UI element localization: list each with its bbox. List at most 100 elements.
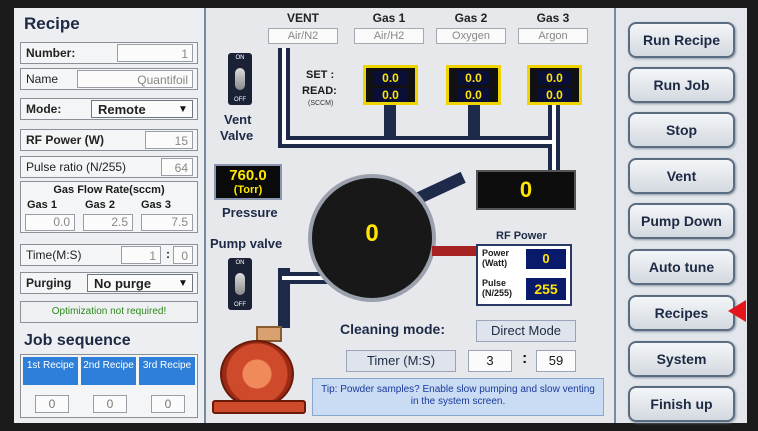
number-field[interactable]: 1 <box>117 44 193 62</box>
gas1-label: Gas 1 <box>27 199 57 211</box>
gas3-field[interactable]: 7.5 <box>141 214 193 231</box>
recipe-title: Recipe <box>24 14 80 33</box>
gas-flow-title: Gas Flow Rate(sccm) <box>53 184 165 196</box>
pulse-ratio-row: Pulse ratio (N/255) 64 <box>20 156 198 178</box>
pump-valve-label: Pump valve <box>210 236 283 251</box>
gas1-set-value[interactable]: 0.0 <box>374 71 407 85</box>
vent-button[interactable]: Vent <box>628 158 735 194</box>
job-value-3[interactable]: 0 <box>151 395 185 413</box>
vent-valve-switch[interactable]: ON OFF <box>228 53 252 105</box>
name-label: Name <box>26 72 59 86</box>
rf-power-panel: Power (Watt) 0 Pulse (N/255) 255 <box>476 244 572 306</box>
vent-switch-on-label: ON <box>235 55 245 61</box>
pulse-ratio-label: Pulse ratio (N/255) <box>26 160 127 174</box>
timer-separator: : <box>522 350 528 367</box>
time-sec-field[interactable]: 0 <box>173 246 193 264</box>
vent-switch-off-label: OFF <box>234 97 246 103</box>
gas-flow-group: Gas Flow Rate(sccm) Gas 1 Gas 2 Gas 3 0.… <box>20 181 198 233</box>
number-label: Number: <box>26 46 76 60</box>
sccm-unit-label: (SCCM) <box>308 100 334 107</box>
run-recipe-button[interactable]: Run Recipe <box>628 22 735 58</box>
timer-label: Timer (M:S) <box>346 350 456 372</box>
screen: Recipe Number: 1 Name Quantifoil Mode: R… <box>14 8 747 423</box>
rf-pulse-label: Pulse (N/255) <box>482 278 513 298</box>
time-separator: : <box>166 247 170 261</box>
gas2-field[interactable]: 2.5 <box>83 214 133 231</box>
gas2-read-value: 0.0 <box>457 88 490 102</box>
job-sequence-table: 1st Recipe 2nd Recipe 3rd Recipe 0 0 0 <box>20 354 198 418</box>
gas3-readout: 0.0 0.0 <box>527 65 582 105</box>
purging-dropdown[interactable]: No purge ▼ <box>87 274 193 292</box>
read-label: READ: <box>302 85 337 97</box>
gas1-read-value: 0.0 <box>374 88 407 102</box>
pressure-readout: 760.0 (Torr) <box>214 164 282 200</box>
pulse-ratio-field[interactable]: 64 <box>161 158 193 176</box>
gas3-label: Gas 3 <box>141 199 171 211</box>
tip-banner: Tip: Powder samples? Enable slow pumping… <box>312 378 604 416</box>
mode-dropdown[interactable]: Remote ▼ <box>91 100 193 118</box>
gas1-field[interactable]: 0.0 <box>25 214 75 231</box>
optimization-note: Optimization not required! <box>20 301 198 323</box>
gas2-set-value[interactable]: 0.0 <box>457 71 490 85</box>
pump-switch-off-label: OFF <box>234 302 246 308</box>
job-header-3: 3rd Recipe <box>139 357 195 385</box>
purging-label: Purging <box>26 276 72 290</box>
chevron-down-icon: ▼ <box>178 104 188 115</box>
gas2-label: Gas 2 <box>85 199 115 211</box>
toggle-knob-icon <box>235 68 245 90</box>
time-min-field[interactable]: 1 <box>121 246 161 264</box>
stop-button[interactable]: Stop <box>628 112 735 148</box>
set-label: SET : <box>306 69 335 81</box>
rf-power-watt-label: Power (Watt) <box>482 248 510 268</box>
system-button[interactable]: System <box>628 341 735 377</box>
pump-switch-on-label: ON <box>235 260 245 266</box>
gas3-read-value: 0.0 <box>538 88 571 102</box>
gas3-set-value[interactable]: 0.0 <box>538 71 571 85</box>
timer-sec: 59 <box>536 350 576 372</box>
purging-value: No purge <box>94 276 152 291</box>
cleaning-mode-value[interactable]: Direct Mode <box>476 320 576 342</box>
recipes-button[interactable]: Recipes <box>628 295 735 331</box>
gas2-readout: 0.0 0.0 <box>446 65 501 105</box>
time-label: Time(M:S) <box>26 248 82 262</box>
mode-value: Remote <box>98 102 146 117</box>
time-row: Time(M:S) 1 : 0 <box>20 244 198 266</box>
auto-tune-button[interactable]: Auto tune <box>628 249 735 285</box>
timer-min: 3 <box>468 350 512 372</box>
job-header-1: 1st Recipe <box>23 357 78 385</box>
mode-label: Mode: <box>26 102 62 116</box>
rf-power-field[interactable]: 15 <box>145 131 193 149</box>
pump-down-button[interactable]: Pump Down <box>628 203 735 239</box>
vent-valve-label-2: Valve <box>220 128 254 143</box>
pressure-gauge-display: 0 <box>476 170 576 210</box>
rf-power-row: RF Power (W) 15 <box>20 129 198 151</box>
job-header-2: 2nd Recipe <box>81 357 136 385</box>
chamber: 0 <box>308 174 436 302</box>
job-sequence-title: Job sequence <box>24 332 131 349</box>
system-diagram: VENT Gas 1 Gas 2 Gas 3 Air/N2 Air/H2 Oxy… <box>206 8 612 423</box>
chamber-value: 0 <box>365 220 379 247</box>
job-value-1[interactable]: 0 <box>35 395 69 413</box>
rf-power-title: RF Power <box>496 230 547 242</box>
cleaning-mode-label: Cleaning mode: <box>340 321 446 337</box>
vent-valve-label-1: Vent <box>224 112 252 127</box>
rf-power-label: RF Power (W) <box>26 133 104 147</box>
gas2-header: Gas 2 <box>454 11 488 25</box>
rf-power-watt-value: 0 <box>526 249 566 269</box>
rf-pulse-value: 255 <box>526 278 566 300</box>
finish-up-button[interactable]: Finish up <box>628 386 735 422</box>
pump-valve-switch[interactable]: ON OFF <box>228 258 252 310</box>
gas3-header: Gas 3 <box>536 11 570 25</box>
red-arrow-indicator-icon <box>728 300 746 322</box>
recipe-panel: Recipe Number: 1 Name Quantifoil Mode: R… <box>14 8 206 423</box>
job-value-2[interactable]: 0 <box>93 395 127 413</box>
action-panel: Run Recipe Run Job Stop Vent Pump Down A… <box>614 8 747 423</box>
run-job-button[interactable]: Run Job <box>628 67 735 103</box>
gas1-header: Gas 1 <box>372 11 406 25</box>
vent-header: VENT <box>286 11 319 25</box>
name-field[interactable]: Quantifoil <box>77 70 193 88</box>
gas2-name: Oxygen <box>436 28 506 44</box>
pressure-value: 760.0 <box>229 167 267 184</box>
vent-gas-name: Air/N2 <box>268 28 338 44</box>
rf-electrode <box>432 246 478 256</box>
